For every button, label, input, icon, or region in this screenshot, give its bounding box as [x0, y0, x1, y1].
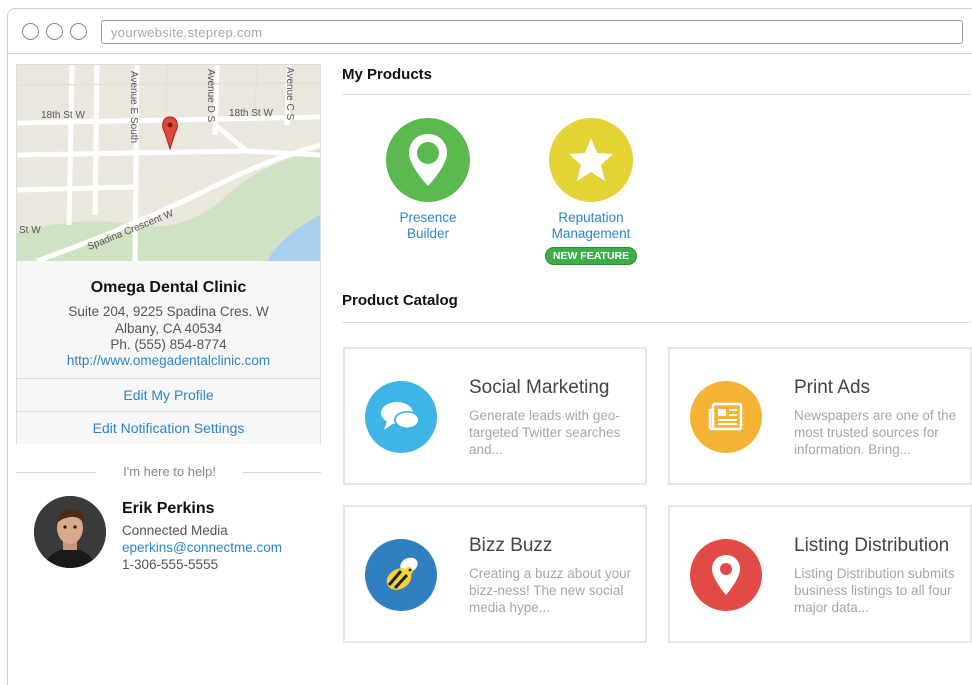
business-address-line2: Albany, CA 40534: [114, 321, 223, 336]
bee-icon: [365, 539, 437, 611]
catalog-item-description: Newspapers are one of the most trusted s…: [794, 408, 957, 457]
business-address-line1: Suite 204, 9225 Spadina Cres. W: [68, 304, 269, 319]
help-heading: I'm here to help!: [123, 464, 216, 479]
map-label-18th-st-w-2: 18th St W: [229, 108, 273, 119]
new-feature-badge: NEW FEATURE: [544, 247, 638, 265]
catalog-item-title: Listing Distribution: [794, 535, 950, 556]
edit-profile-link[interactable]: Edit My Profile: [17, 378, 320, 411]
contact-email-link[interactable]: eperkins@connectme.com: [122, 541, 282, 555]
edit-notification-settings-link[interactable]: Edit Notification Settings: [17, 411, 320, 444]
map-label-18th-st-w-1: 18th St W: [41, 110, 85, 121]
product-label-line1: Presence: [399, 210, 457, 225]
support-contact: Erik Perkins Connected Media eperkins@co…: [122, 500, 282, 572]
map-label-avenue-c-s: Avenue C S: [284, 67, 295, 121]
product-reputation-management[interactable]: Reputation Management NEW FEATURE: [521, 118, 661, 265]
catalog-item-title: Print Ads: [794, 377, 871, 398]
map-label-st-w: St W: [19, 225, 41, 236]
business-phone: Ph. (555) 854-8774: [110, 337, 227, 352]
catalog-item-print-ads[interactable]: Print Ads Newspapers are one of the most…: [668, 347, 972, 485]
product-label-line1: Reputation: [558, 210, 624, 225]
catalog-item-description: Listing Distribution submits business li…: [794, 566, 955, 615]
product-label-line2: Management: [551, 226, 631, 241]
catalog-item-title: Bizz Buzz: [469, 535, 553, 556]
my-products-title: My Products: [342, 66, 433, 83]
map-label-avenue-d-s: Avenue D S: [205, 69, 216, 123]
window-maximize-button[interactable]: [70, 23, 87, 40]
window-minimize-button[interactable]: [46, 23, 63, 40]
catalog-item-description: Creating a buzz about your bizz-ness! Th…: [469, 566, 632, 615]
divider: [342, 94, 971, 95]
location-pin-icon: [690, 539, 762, 611]
avatar: [34, 496, 106, 568]
star-icon: [549, 118, 633, 202]
product-catalog-title: Product Catalog: [342, 292, 458, 309]
newspaper-icon: [690, 381, 762, 453]
contact-company: Connected Media: [122, 523, 228, 538]
catalog-item-bizz-buzz[interactable]: Bizz Buzz Creating a buzz about your biz…: [343, 505, 647, 643]
divider: [243, 472, 321, 473]
browser-titlebar: yourwebsite.steprep.com: [8, 9, 972, 54]
map-label-avenue-e-south: Avenue E South: [128, 71, 139, 143]
business-card: 18th St W 18th St W Avenue E South Avenu…: [16, 64, 321, 444]
catalog-item-listing-distribution[interactable]: Listing Distribution Listing Distributio…: [668, 505, 972, 643]
catalog-item-social-marketing[interactable]: Social Marketing Generate leads with geo…: [343, 347, 647, 485]
location-map[interactable]: 18th St W 18th St W Avenue E South Avenu…: [17, 65, 320, 261]
catalog-item-description: Generate leads with geo-targeted Twitter…: [469, 408, 621, 457]
divider: [342, 322, 971, 323]
product-presence-builder[interactable]: Presence Builder: [358, 118, 498, 242]
contact-phone: 1-306-555-5555: [122, 557, 219, 572]
business-website-link[interactable]: http://www.omegadentalclinic.com: [17, 353, 320, 368]
contact-name: Erik Perkins: [122, 500, 215, 517]
window-close-button[interactable]: [22, 23, 39, 40]
product-label-line2: Builder: [406, 226, 450, 241]
speech-bubbles-icon: [365, 381, 437, 453]
map-graphic: 18th St W 18th St W Avenue E South Avenu…: [17, 65, 320, 261]
business-name: Omega Dental Clinic: [90, 279, 247, 296]
divider: [16, 472, 96, 473]
catalog-item-title: Social Marketing: [469, 377, 610, 398]
location-pin-icon: [386, 118, 470, 202]
address-bar[interactable]: yourwebsite.steprep.com: [101, 20, 963, 44]
